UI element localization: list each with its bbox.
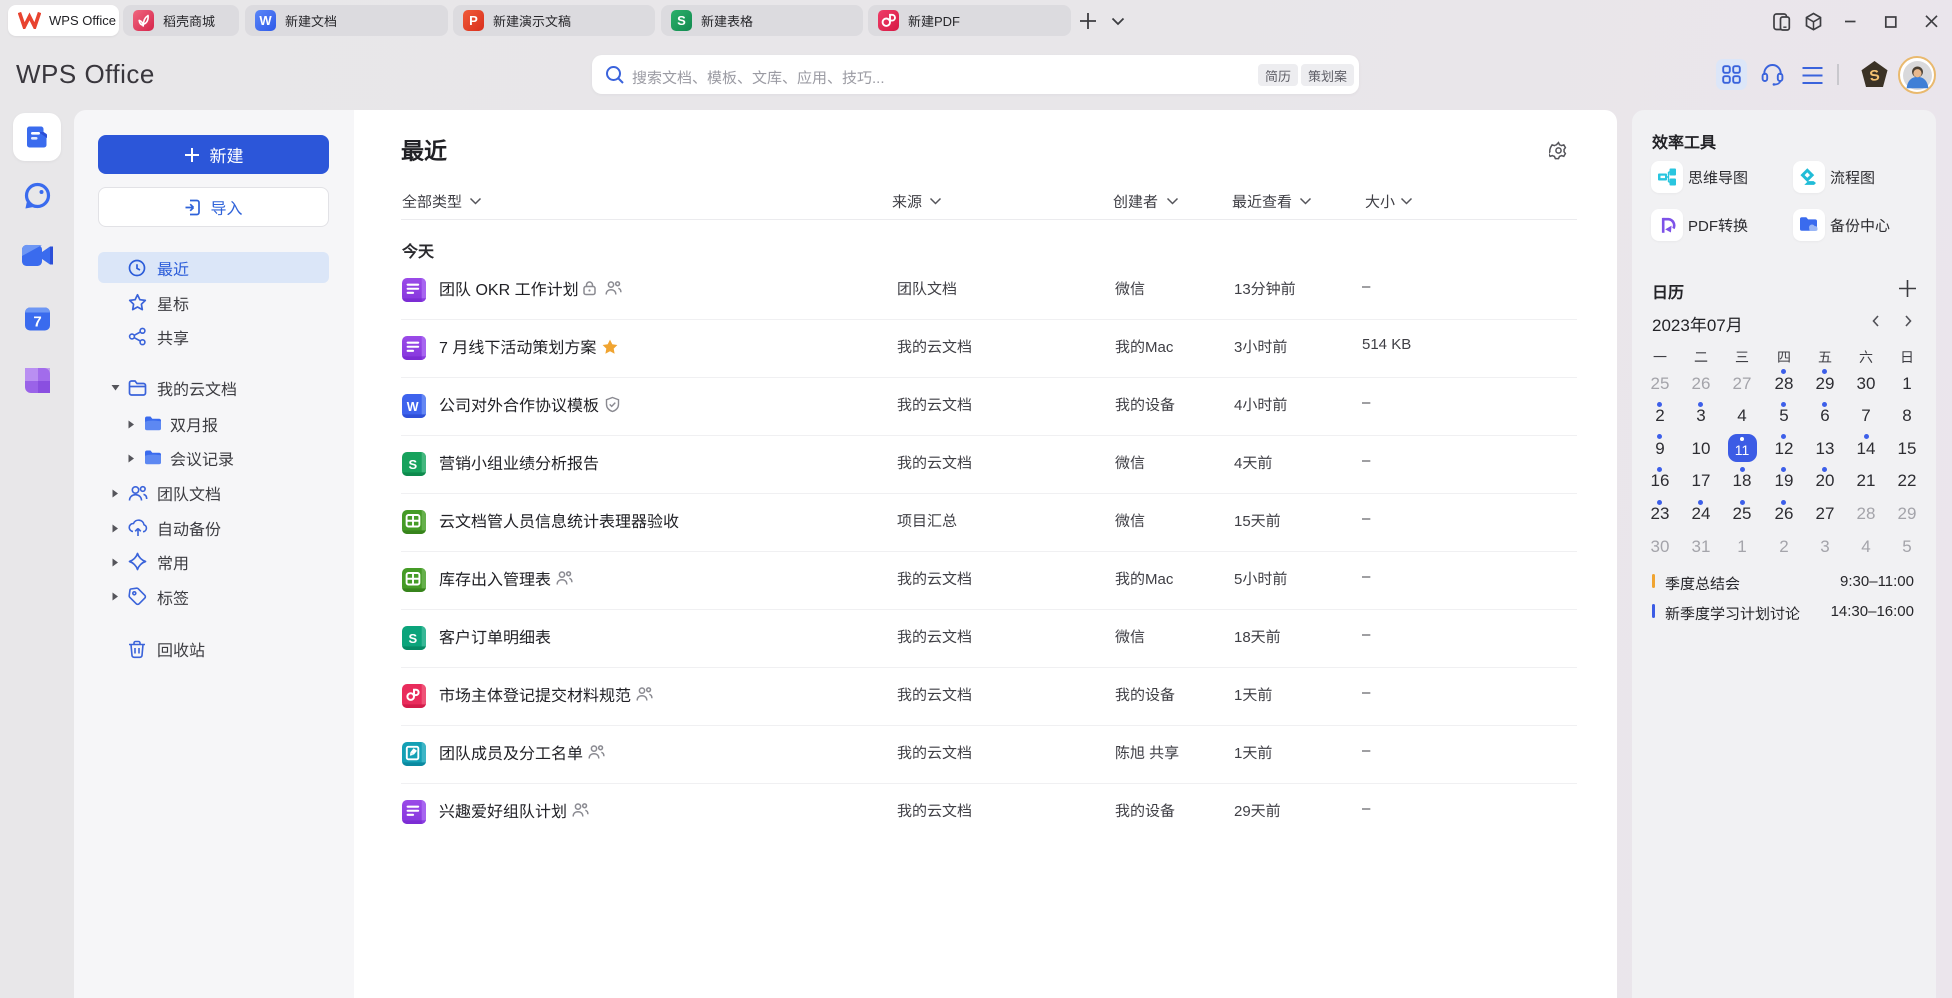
svg-text:7: 7	[33, 314, 41, 331]
svg-text:S: S	[408, 457, 417, 472]
svg-text:W: W	[407, 400, 419, 414]
svg-text:S: S	[408, 631, 417, 646]
